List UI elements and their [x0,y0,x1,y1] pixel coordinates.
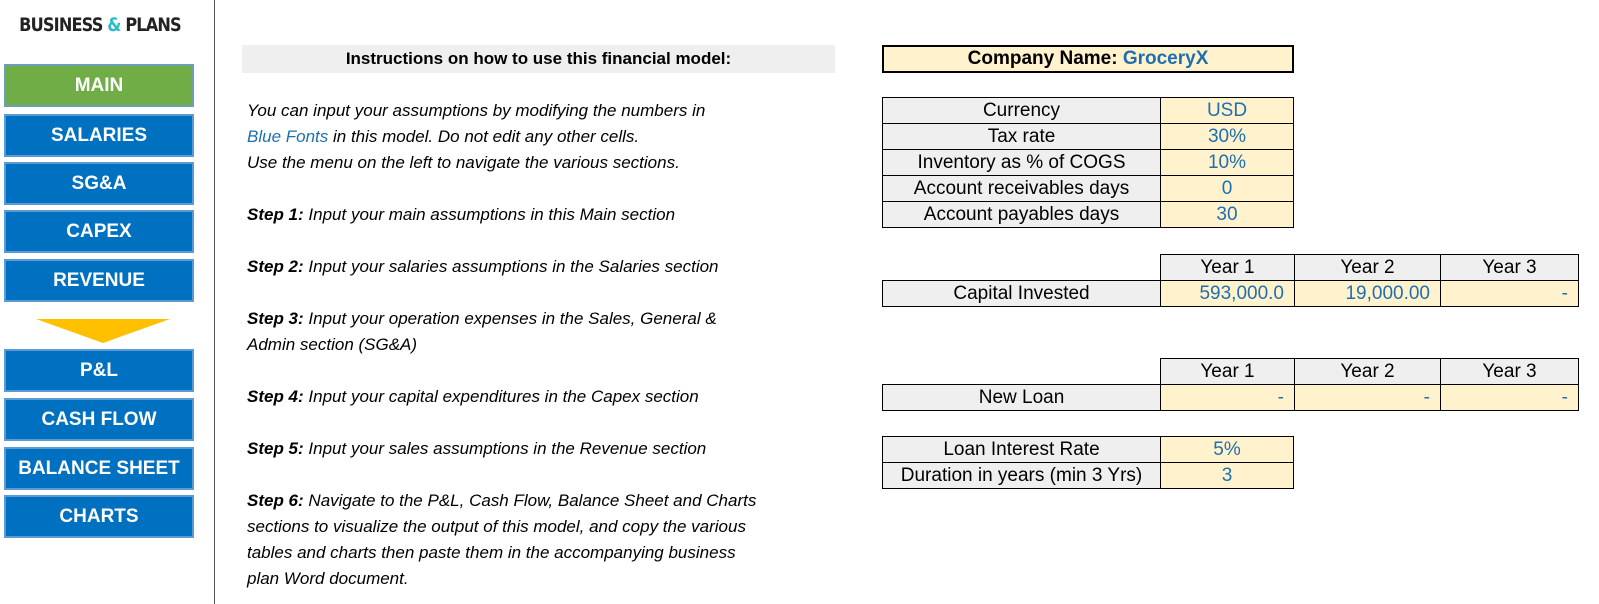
instructions-intro-line-3: Use the menu on the left to navigate the… [247,153,680,172]
capital-year-2-input[interactable]: 19,000.00 [1294,280,1441,307]
nav-main-button[interactable]: MAIN [4,64,194,107]
payable-days-input[interactable]: 30 [1160,201,1294,228]
assumption-label: Account receivables days [882,175,1161,202]
step-6-continued-3: plan Word document. [247,569,409,588]
assumption-label: Currency [882,97,1161,124]
step-4: Step 4: Input your capital expenditures … [247,387,699,406]
assumption-label: Inventory as % of COGS [882,149,1161,176]
nav-cash-flow-button[interactable]: CASH FLOW [4,398,194,441]
capital-invested-label: Capital Invested [882,280,1161,307]
step-3: Step 3: Input your operation expenses in… [247,309,717,328]
company-name-cell[interactable]: Company Name: GroceryX [882,45,1294,73]
loan-year-3-input[interactable]: - [1440,384,1579,411]
step-2: Step 2: Input your salaries assumptions … [247,257,719,276]
company-name-label: Company Name: [967,48,1118,69]
company-name-value[interactable]: GroceryX [1123,48,1209,70]
column-header: Year 1 [1160,254,1295,281]
sidebar-nav: BUSINESS & PLANS MAIN SALARIES SG&A CAPE… [0,0,214,604]
column-header: Year 3 [1440,254,1579,281]
inventory-pct-input[interactable]: 10% [1160,149,1294,176]
arrow-down-icon [36,319,170,343]
column-header: Year 2 [1294,254,1441,281]
instructions-title: Instructions on how to use this financia… [242,45,835,73]
step-6: Step 6: Navigate to the P&L, Cash Flow, … [247,491,757,510]
step-3-continued: Admin section (SG&A) [247,335,418,354]
step-6-continued-2: tables and charts then paste them in the… [247,543,736,562]
nav-capex-button[interactable]: CAPEX [4,210,194,253]
step-6-continued-1: sections to visualize the output of this… [247,517,746,536]
tax-rate-input[interactable]: 30% [1160,123,1294,150]
capital-year-1-input[interactable]: 593,000.0 [1160,280,1295,307]
instructions-intro-line-2: Blue Fonts in this model. Do not edit an… [247,127,640,146]
assumption-label: Account payables days [882,201,1161,228]
column-header: Year 2 [1294,358,1441,385]
assumption-label: Tax rate [882,123,1161,150]
loan-duration-input[interactable]: 3 [1160,462,1294,489]
currency-input[interactable]: USD [1160,97,1294,124]
nav-sga-button[interactable]: SG&A [4,162,194,205]
nav-balance-sheet-button[interactable]: BALANCE SHEET [4,447,194,490]
receivable-days-input[interactable]: 0 [1160,175,1294,202]
instructions-intro-line-1: You can input your assumptions by modify… [247,101,706,120]
nav-salaries-button[interactable]: SALARIES [4,114,194,157]
sidebar-divider [214,0,215,604]
logo-text-right: PLANS [125,14,181,36]
capital-year-3-input[interactable]: - [1440,280,1579,307]
nav-revenue-button[interactable]: REVENUE [4,259,194,302]
loan-duration-label: Duration in years (min 3 Yrs) [882,462,1161,489]
step-1: Step 1: Input your main assumptions in t… [247,205,676,224]
nav-charts-button[interactable]: CHARTS [4,495,194,538]
loan-interest-input[interactable]: 5% [1160,436,1294,463]
logo-text-left: BUSINESS [19,14,103,36]
logo-ampersand: & [107,14,121,36]
column-header: Year 1 [1160,358,1295,385]
loan-year-2-input[interactable]: - [1294,384,1441,411]
nav-pl-button[interactable]: P&L [4,349,194,392]
step-5: Step 5: Input your sales assumptions in … [247,439,707,458]
loan-interest-label: Loan Interest Rate [882,436,1161,463]
logo: BUSINESS & PLANS [15,14,185,36]
blue-fonts-text: Blue Fonts [247,127,329,146]
loan-year-1-input[interactable]: - [1160,384,1295,411]
new-loan-label: New Loan [882,384,1161,411]
column-header: Year 3 [1440,358,1579,385]
